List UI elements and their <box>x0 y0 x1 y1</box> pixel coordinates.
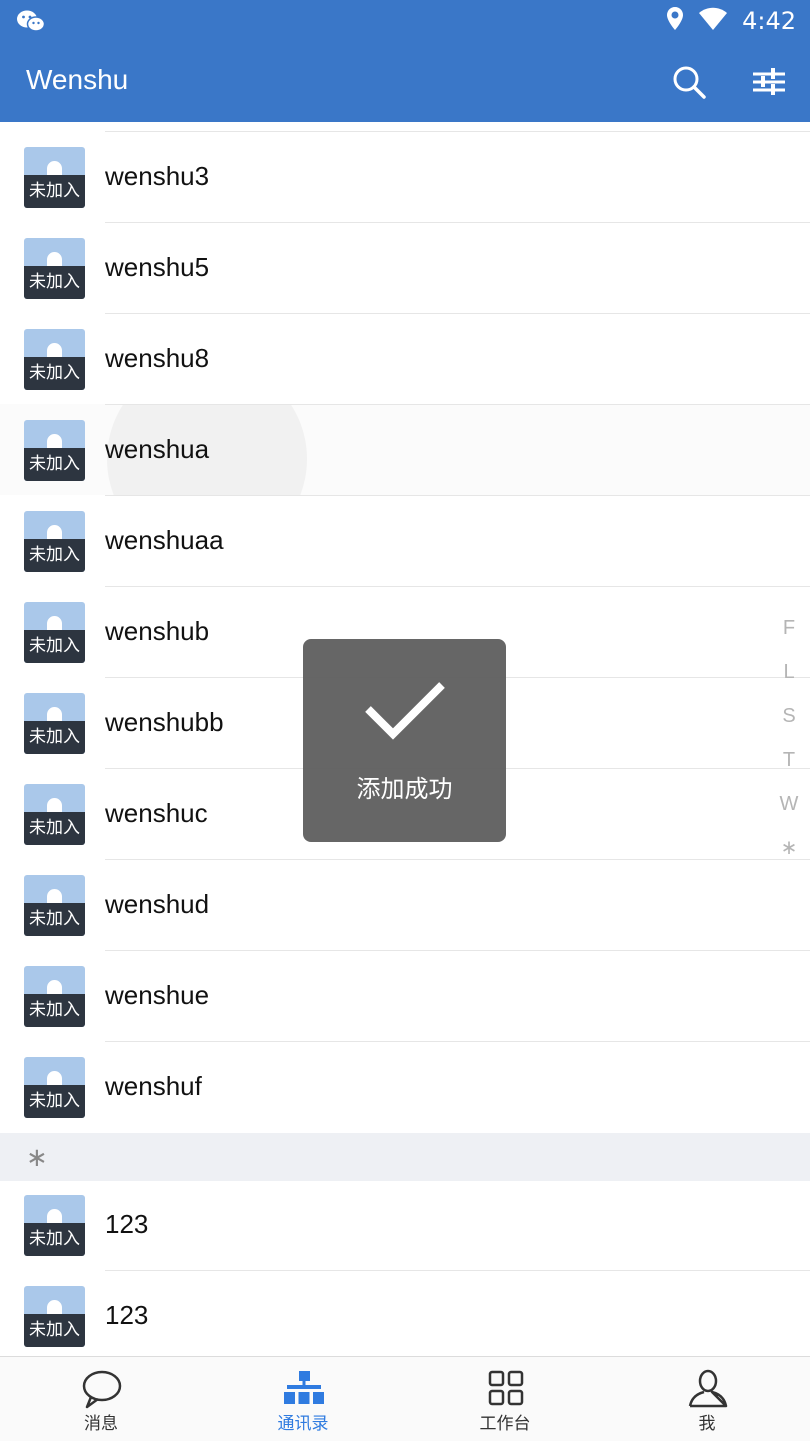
contact-name: wenshu5 <box>105 252 210 282</box>
avatar: 未加入 <box>24 1057 85 1118</box>
search-icon <box>673 66 706 99</box>
toast-message: 添加成功 <box>356 775 453 803</box>
contact-row[interactable]: 未加入 wenshua <box>0 404 810 495</box>
contact-name: wenshubb <box>105 707 224 737</box>
avatar: 未加入 <box>24 1286 85 1347</box>
status-time: 4:42 <box>742 7 796 35</box>
person-icon <box>688 1369 728 1408</box>
section-header: ∗ <box>0 1133 810 1181</box>
filter-button[interactable] <box>747 60 791 104</box>
wifi-icon <box>698 7 728 35</box>
contact-name: wenshu8 <box>105 343 210 373</box>
avatar: 未加入 <box>24 329 85 390</box>
contact-name: wenshu3 <box>105 161 210 191</box>
success-toast: 添加成功 <box>303 639 506 842</box>
wechat-icon <box>16 9 46 37</box>
section-label: ∗ <box>26 1143 48 1173</box>
avatar: 未加入 <box>24 602 85 663</box>
contact-name: wenshua <box>105 434 210 464</box>
tab-label: 通讯录 <box>277 1414 329 1434</box>
bottom-tab-bar: 消息 通讯录 工作台 我 <box>0 1356 810 1441</box>
contact-row[interactable]: 未加入 123 <box>0 1179 810 1270</box>
tab-label: 工作台 <box>479 1414 531 1434</box>
tab-messages[interactable]: 消息 <box>0 1357 202 1441</box>
contact-name: 123 <box>105 1300 149 1330</box>
avatar: 未加入 <box>24 1195 85 1256</box>
index-letter-l[interactable]: L <box>770 656 808 700</box>
avatar: 未加入 <box>24 238 85 299</box>
tab-me[interactable]: 我 <box>606 1357 808 1441</box>
index-letter-s[interactable]: S <box>770 700 808 744</box>
index-letter-t[interactable]: T <box>770 744 808 788</box>
avatar: 未加入 <box>24 966 85 1027</box>
avatar: 未加入 <box>24 511 85 572</box>
tab-label: 消息 <box>84 1414 118 1434</box>
tab-label: 我 <box>698 1414 716 1434</box>
index-letter-f[interactable]: F <box>770 612 808 656</box>
search-button[interactable] <box>667 60 711 104</box>
contact-name: wenshuaa <box>105 525 224 555</box>
avatar: 未加入 <box>24 420 85 481</box>
org-chart-icon <box>284 1371 324 1404</box>
chat-bubble-icon <box>82 1370 122 1409</box>
checkmark-icon <box>365 682 445 740</box>
contact-row[interactable]: 未加入 wenshuf <box>0 1041 810 1132</box>
grid-icon <box>488 1370 524 1406</box>
tab-workbench[interactable]: 工作台 <box>404 1357 606 1441</box>
contact-row[interactable]: 未加入 123 <box>0 1270 810 1356</box>
contact-row[interactable]: 未加入 wenshu8 <box>0 313 810 404</box>
contact-row[interactable]: 未加入 wenshud <box>0 859 810 950</box>
alphabet-index[interactable]: F L S T W ∗ <box>770 612 808 876</box>
app-bar: Wenshu <box>0 42 810 122</box>
contact-name: wenshud <box>105 889 210 919</box>
tab-contacts[interactable]: 通讯录 <box>202 1357 404 1441</box>
contact-name: wenshue <box>105 980 210 1010</box>
avatar: 未加入 <box>24 875 85 936</box>
status-bar: 4:42 <box>0 0 810 42</box>
sliders-icon <box>753 68 785 95</box>
avatar: 未加入 <box>24 147 85 208</box>
contact-row[interactable]: 未加入 wenshu3 <box>0 131 810 222</box>
avatar: 未加入 <box>24 784 85 845</box>
location-icon <box>666 6 684 36</box>
contact-name: 123 <box>105 1209 149 1239</box>
avatar: 未加入 <box>24 693 85 754</box>
contact-name: wenshuc <box>105 798 208 828</box>
contact-row[interactable]: 未加入 wenshue <box>0 950 810 1041</box>
contact-row[interactable]: 未加入 wenshuaa <box>0 495 810 586</box>
index-letter-w[interactable]: W <box>770 788 808 832</box>
contact-name: wenshub <box>105 616 210 646</box>
index-letter-star[interactable]: ∗ <box>770 832 808 876</box>
page-title: Wenshu <box>26 64 129 95</box>
contact-row[interactable]: 未加入 wenshu5 <box>0 222 810 313</box>
contact-name: wenshuf <box>105 1071 202 1101</box>
